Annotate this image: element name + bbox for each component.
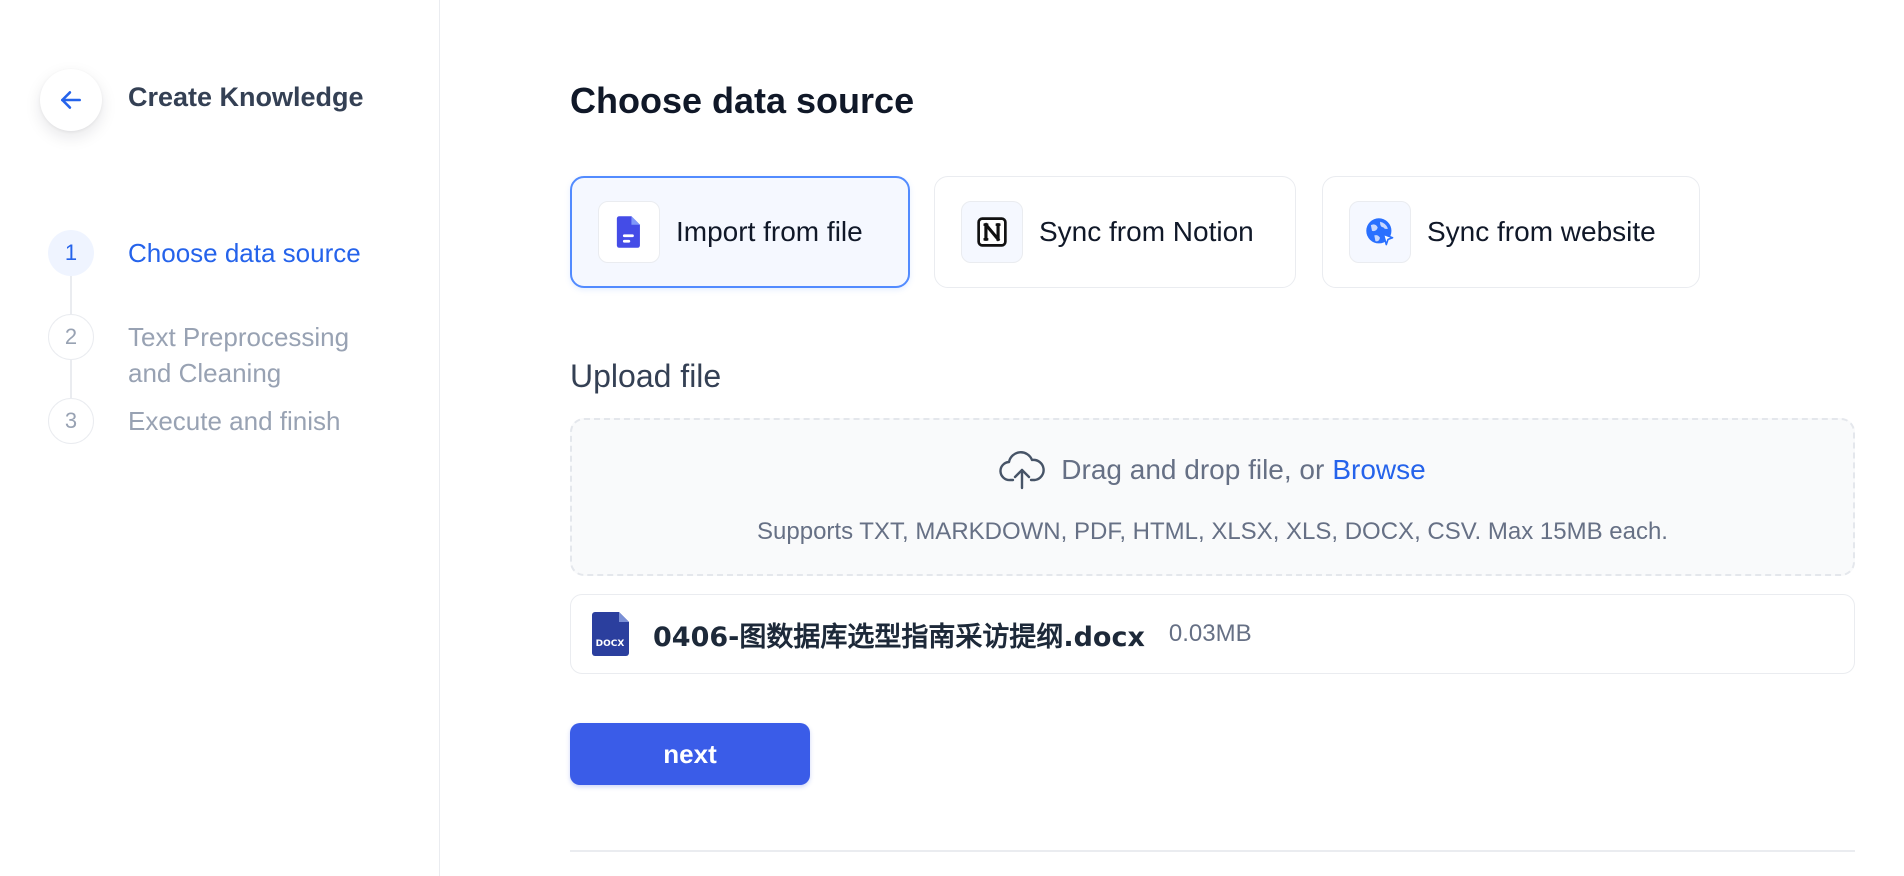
- sidebar: Create Knowledge 1 Choose data source 2 …: [0, 0, 440, 876]
- supported-formats-text: Supports TXT, MARKDOWN, PDF, HTML, XLSX,…: [757, 518, 1668, 545]
- dropzone-prompt: Drag and drop file, or Browse: [572, 450, 1853, 490]
- file-dropzone[interactable]: Drag and drop file, or Browse Supports T…: [570, 418, 1855, 576]
- file-size: 0.03MB: [1168, 620, 1252, 647]
- step-number: 3: [48, 398, 94, 444]
- back-button[interactable]: [40, 69, 102, 131]
- docx-file-icon: DOCX: [591, 611, 631, 657]
- dropzone-text: Drag and drop file, or: [1061, 454, 1325, 485]
- step-item-1: 1 Choose data source: [48, 230, 388, 276]
- step-label: Execute and finish: [128, 406, 341, 436]
- step-item-3: 3 Execute and finish: [48, 398, 388, 444]
- file-name: 0406-图数据库选型指南采访提纲.docx: [653, 621, 1145, 653]
- app-root: Create Knowledge 1 Choose data source 2 …: [0, 0, 1904, 876]
- globe-icon: [1349, 201, 1411, 263]
- file-type-badge: DOCX: [596, 639, 625, 649]
- bottom-divider: [570, 850, 1855, 852]
- page-title: Choose data source: [570, 80, 915, 121]
- arrow-left-icon: [61, 91, 81, 109]
- step-label: Text Preprocessing and Cleaning: [128, 322, 350, 388]
- main-panel: Choose data source Import from file Sync…: [570, 0, 1860, 876]
- step-connector: [70, 276, 72, 314]
- step-label: Choose data source: [128, 238, 361, 268]
- source-card-import-file[interactable]: Import from file: [570, 176, 910, 288]
- source-card-notion[interactable]: Sync from Notion: [934, 176, 1296, 288]
- browse-link[interactable]: Browse: [1332, 454, 1425, 486]
- source-card-label: Import from file: [676, 216, 863, 247]
- uploaded-file-item[interactable]: DOCX 0406-图数据库选型指南采访提纲.docx 0.03MB: [570, 594, 1855, 674]
- file-doc-icon: [598, 201, 660, 263]
- source-card-label: Sync from Notion: [1039, 216, 1254, 247]
- step-item-2: 2 Text Preprocessing and Cleaning: [48, 314, 388, 391]
- upload-section-title: Upload file: [570, 358, 722, 394]
- next-button[interactable]: next: [570, 723, 810, 785]
- cloud-upload-icon: [999, 450, 1046, 490]
- source-card-label: Sync from website: [1427, 216, 1656, 247]
- sidebar-title: Create Knowledge: [128, 82, 364, 112]
- notion-icon: [961, 201, 1023, 263]
- step-number: 1: [48, 230, 94, 276]
- source-card-website[interactable]: Sync from website: [1322, 176, 1700, 288]
- step-number: 2: [48, 314, 94, 360]
